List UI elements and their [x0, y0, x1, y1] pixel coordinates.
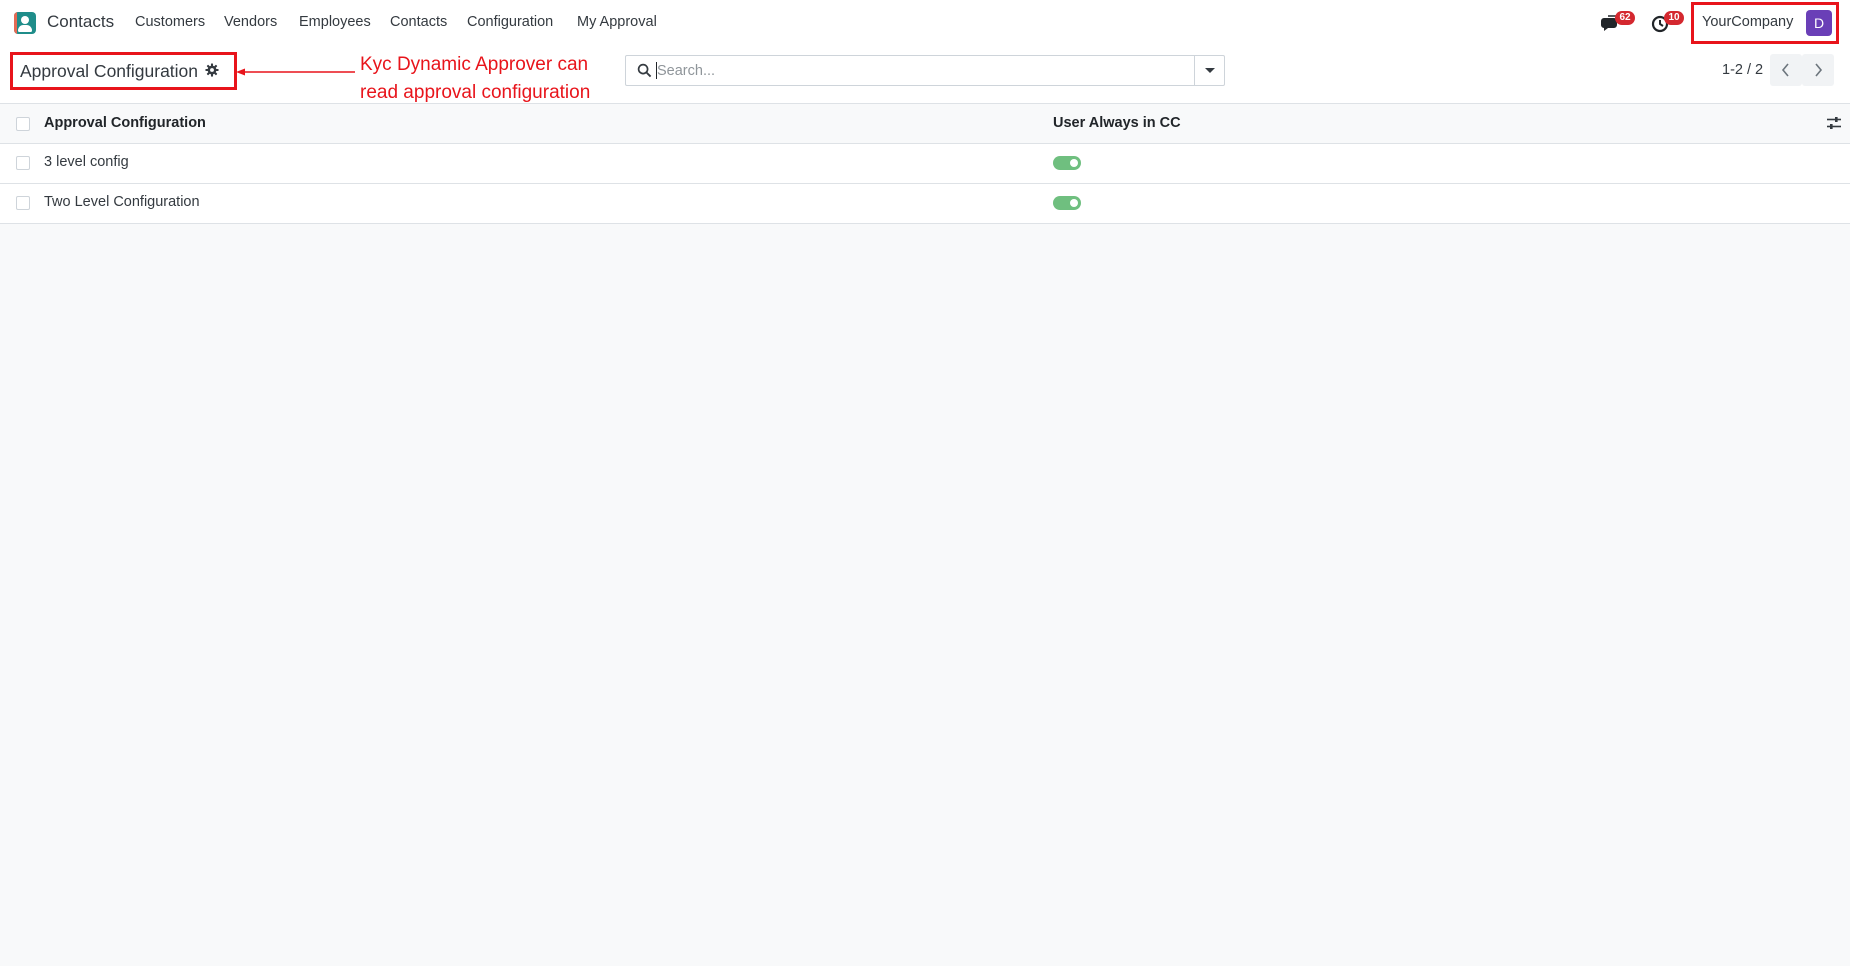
- app-name[interactable]: Contacts: [47, 12, 114, 32]
- row-checkbox[interactable]: [16, 156, 30, 170]
- column-header-approval-configuration[interactable]: Approval Configuration: [44, 115, 206, 131]
- annotation-note: Kyc Dynamic Approver can read approval c…: [360, 51, 620, 107]
- activities-badge: 10: [1664, 11, 1684, 25]
- row-name[interactable]: Two Level Configuration: [44, 194, 200, 210]
- company-switcher[interactable]: YourCompany: [1702, 14, 1793, 30]
- menu-item-my-approval[interactable]: My Approval: [577, 14, 657, 30]
- menu-item-vendors[interactable]: Vendors: [224, 14, 277, 30]
- table-row[interactable]: [0, 184, 1850, 224]
- page-title: Approval Configuration: [20, 61, 199, 81]
- pager-previous-button[interactable]: [1770, 54, 1802, 86]
- search-options-toggle[interactable]: [1194, 55, 1225, 86]
- menu-item-customers[interactable]: Customers: [135, 14, 205, 30]
- pager-value[interactable]: 1-2 / 2: [1722, 62, 1763, 78]
- search-input[interactable]: [657, 57, 1187, 84]
- row-name[interactable]: 3 level config: [44, 154, 129, 170]
- row-checkbox[interactable]: [16, 196, 30, 210]
- annotation-line-2: read approval configuration: [360, 82, 591, 103]
- messages-badge: 62: [1615, 11, 1635, 25]
- contacts-app-icon[interactable]: [14, 12, 36, 34]
- select-all-checkbox[interactable]: [16, 117, 30, 131]
- user-always-in-cc-toggle[interactable]: [1053, 196, 1081, 210]
- chevron-right-icon: [1815, 63, 1823, 77]
- column-header-user-always-in-cc[interactable]: User Always in CC: [1053, 115, 1181, 131]
- chevron-left-icon: [1781, 63, 1789, 77]
- annotation-line-1: Kyc Dynamic Approver can: [360, 54, 589, 75]
- user-always-in-cc-toggle[interactable]: [1053, 156, 1081, 170]
- pager-next-button[interactable]: [1802, 54, 1834, 86]
- table-row[interactable]: [0, 144, 1850, 184]
- menu-item-employees[interactable]: Employees: [299, 14, 371, 30]
- list-header: [0, 104, 1850, 144]
- gear-icon[interactable]: [205, 63, 219, 77]
- menu-item-configuration[interactable]: Configuration: [467, 14, 553, 30]
- user-avatar[interactable]: D: [1806, 10, 1832, 36]
- column-settings-icon[interactable]: [1826, 115, 1842, 131]
- top-navbar: [0, 0, 1850, 46]
- annotation-arrow-icon: [236, 68, 355, 76]
- search-icon: [637, 63, 652, 78]
- text-cursor: [656, 62, 657, 79]
- menu-item-contacts[interactable]: Contacts: [390, 14, 447, 30]
